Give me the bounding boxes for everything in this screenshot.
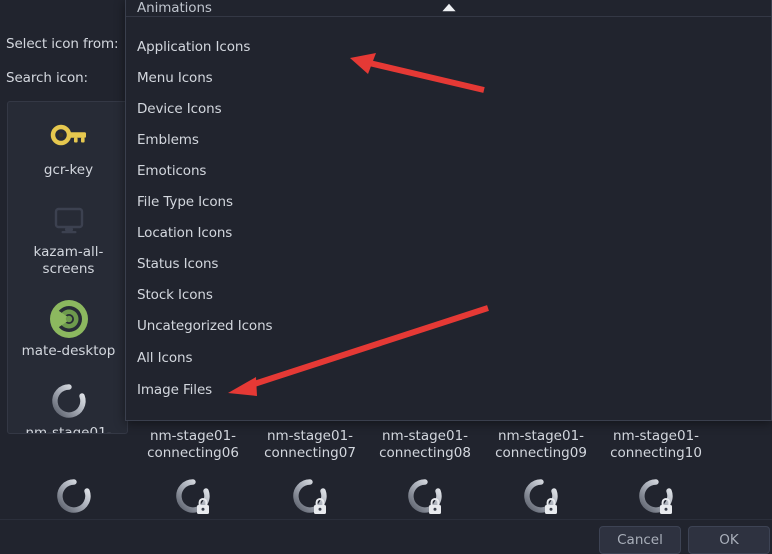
grid-item[interactable] xyxy=(16,472,132,520)
menu-item-emblems[interactable]: Emblems xyxy=(126,125,771,156)
menu-item-status-icons[interactable]: Status Icons xyxy=(126,249,771,280)
grid-item[interactable]: nm-stage01- connecting09 xyxy=(483,428,599,462)
search-icon-label: Search icon: xyxy=(6,70,89,86)
grid-item[interactable] xyxy=(252,472,368,520)
grid-item-label: nm-stage01- connecting10 xyxy=(610,428,702,461)
menu-item-all-icons[interactable]: All Icons xyxy=(126,343,771,374)
grid-item-label: nm-stage01- connecting09 xyxy=(495,428,587,461)
spinner-lock-icon xyxy=(598,472,714,520)
list-item[interactable]: gcr-key xyxy=(8,116,127,179)
ok-button[interactable]: OK xyxy=(688,526,770,554)
menu-item-file-type-icons[interactable]: File Type Icons xyxy=(126,187,771,218)
monitor-icon xyxy=(8,198,127,242)
spinner-lock-icon xyxy=(135,472,251,520)
grid-item-label: nm-stage01- connecting06 xyxy=(147,428,239,461)
grid-item[interactable]: nm-stage01- connecting10 xyxy=(598,428,714,462)
grid-item[interactable]: nm-stage01- connecting06 xyxy=(135,428,251,462)
list-item-label: kazam-all-screens xyxy=(33,244,104,277)
menu-item-device-icons[interactable]: Device Icons xyxy=(126,94,771,125)
list-item[interactable]: kazam-all-screens xyxy=(8,198,127,278)
menu-item-location-icons[interactable]: Location Icons xyxy=(126,218,771,249)
menu-item-stock-icons[interactable]: Stock Icons xyxy=(126,280,771,311)
grid-item-label: nm-stage01- connecting08 xyxy=(379,428,471,461)
menu-item-emoticons[interactable]: Emoticons xyxy=(126,156,771,187)
mate-logo-icon xyxy=(8,297,127,341)
list-item-label: mate-desktop xyxy=(21,343,116,359)
grid-item-label: nm-stage01- connecting07 xyxy=(264,428,356,461)
grid-item[interactable] xyxy=(135,472,251,520)
menu-item-menu-icons[interactable]: Menu Icons xyxy=(126,63,771,94)
spinner-icon xyxy=(16,472,132,520)
list-item[interactable]: mate-desktop xyxy=(8,297,127,360)
grid-item[interactable] xyxy=(483,472,599,520)
select-icon-from-label: Select icon from: xyxy=(6,36,119,52)
divider xyxy=(0,519,772,520)
grid-item[interactable]: nm-stage01- connecting08 xyxy=(367,428,483,462)
cancel-button[interactable]: Cancel xyxy=(599,526,681,554)
spinner-lock-icon xyxy=(483,472,599,520)
icon-source-dropdown-menu[interactable]: Animations Application Icons Menu Icons … xyxy=(125,0,772,421)
menu-item-image-files[interactable]: Image Files xyxy=(126,375,771,406)
spinner-lock-icon xyxy=(367,472,483,520)
grid-item[interactable]: nm-stage01- connecting07 xyxy=(252,428,368,462)
key-icon xyxy=(8,116,127,160)
menu-item-application-icons[interactable]: Application Icons xyxy=(126,32,771,63)
icon-chooser-dialog: Select icon from: Search icon: gcr-key k… xyxy=(0,0,772,554)
grid-item[interactable] xyxy=(367,472,483,520)
menu-item-uncategorized-icons[interactable]: Uncategorized Icons xyxy=(126,311,771,342)
menu-item-animations[interactable]: Animations xyxy=(126,0,771,24)
spinner-lock-icon xyxy=(252,472,368,520)
list-item-label: gcr-key xyxy=(43,162,94,178)
grid-item[interactable] xyxy=(598,472,714,520)
